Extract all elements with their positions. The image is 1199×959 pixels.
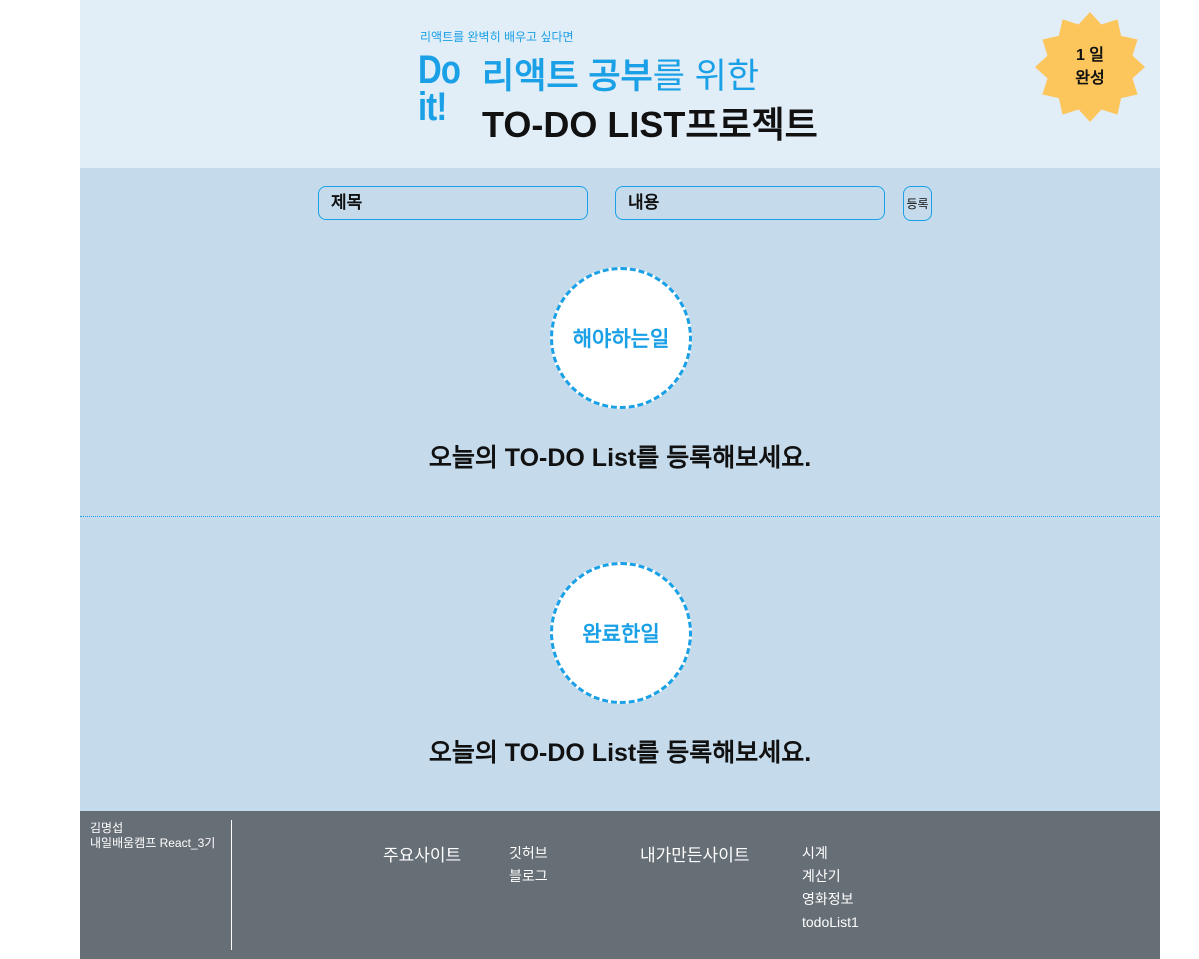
done-section-title: 완료한일 [550, 562, 692, 704]
logo-line-2: it! [418, 85, 447, 129]
main-sites-title: 주요사이트 [383, 846, 462, 865]
todo-section-title: 해야하는일 [550, 267, 692, 409]
headline-primary: 리액트 공부를 위한 [482, 48, 759, 99]
link-todolist1[interactable]: todoList1 [802, 911, 859, 934]
badge-line-1: 1 일 [1075, 47, 1105, 64]
author-course: 내일배움캠프 React_3기 [90, 836, 216, 850]
footer: 김명섭 내일배움캠프 React_3기 주요사이트 깃허브 블로그 내가만든사이… [80, 811, 1160, 959]
main-sites-links: 깃허브 블로그 [509, 842, 548, 888]
title-input[interactable] [318, 186, 588, 220]
done-empty-message: 오늘의 TO-DO List를 등록해보세요. [428, 739, 812, 767]
footer-divider [231, 820, 232, 950]
content-input[interactable] [615, 186, 885, 220]
my-sites-links: 시계 계산기 영화정보 todoList1 [802, 842, 859, 934]
author-name: 김명섭 [90, 821, 124, 835]
completion-badge: 1 일 완성 [1035, 12, 1145, 122]
submit-button[interactable]: 등록 [903, 186, 932, 221]
logo-line-1: Do [418, 48, 461, 92]
headline-rest: 를 위한 [652, 57, 760, 96]
doit-logo: Do it! [418, 48, 461, 129]
page: 리액트를 완벽히 배우고 싶다면 Do it! 리액트 공부를 위한 TO-DO… [80, 0, 1160, 959]
my-sites-title: 내가만든사이트 [640, 846, 750, 865]
headline-secondary: TO-DO LIST프로젝트 [482, 104, 818, 145]
badge-line-2: 완성 [1075, 70, 1105, 87]
link-blog[interactable]: 블로그 [509, 865, 548, 888]
headline-strong: 리액트 공부 [482, 57, 653, 96]
header: 리액트를 완벽히 배우고 싶다면 Do it! 리액트 공부를 위한 TO-DO… [80, 0, 1160, 168]
header-eyebrow: 리액트를 완벽히 배우고 싶다면 [420, 30, 574, 44]
badge-text: 1 일 완성 [1035, 44, 1145, 90]
link-github[interactable]: 깃허브 [509, 842, 548, 865]
footer-author: 김명섭 내일배움캠프 React_3기 [90, 821, 215, 851]
link-movie-info[interactable]: 영화정보 [802, 888, 859, 911]
link-clock[interactable]: 시계 [802, 842, 859, 865]
link-calculator[interactable]: 계산기 [802, 865, 859, 888]
section-divider [80, 516, 1160, 517]
todo-empty-message: 오늘의 TO-DO List를 등록해보세요. [428, 444, 812, 472]
